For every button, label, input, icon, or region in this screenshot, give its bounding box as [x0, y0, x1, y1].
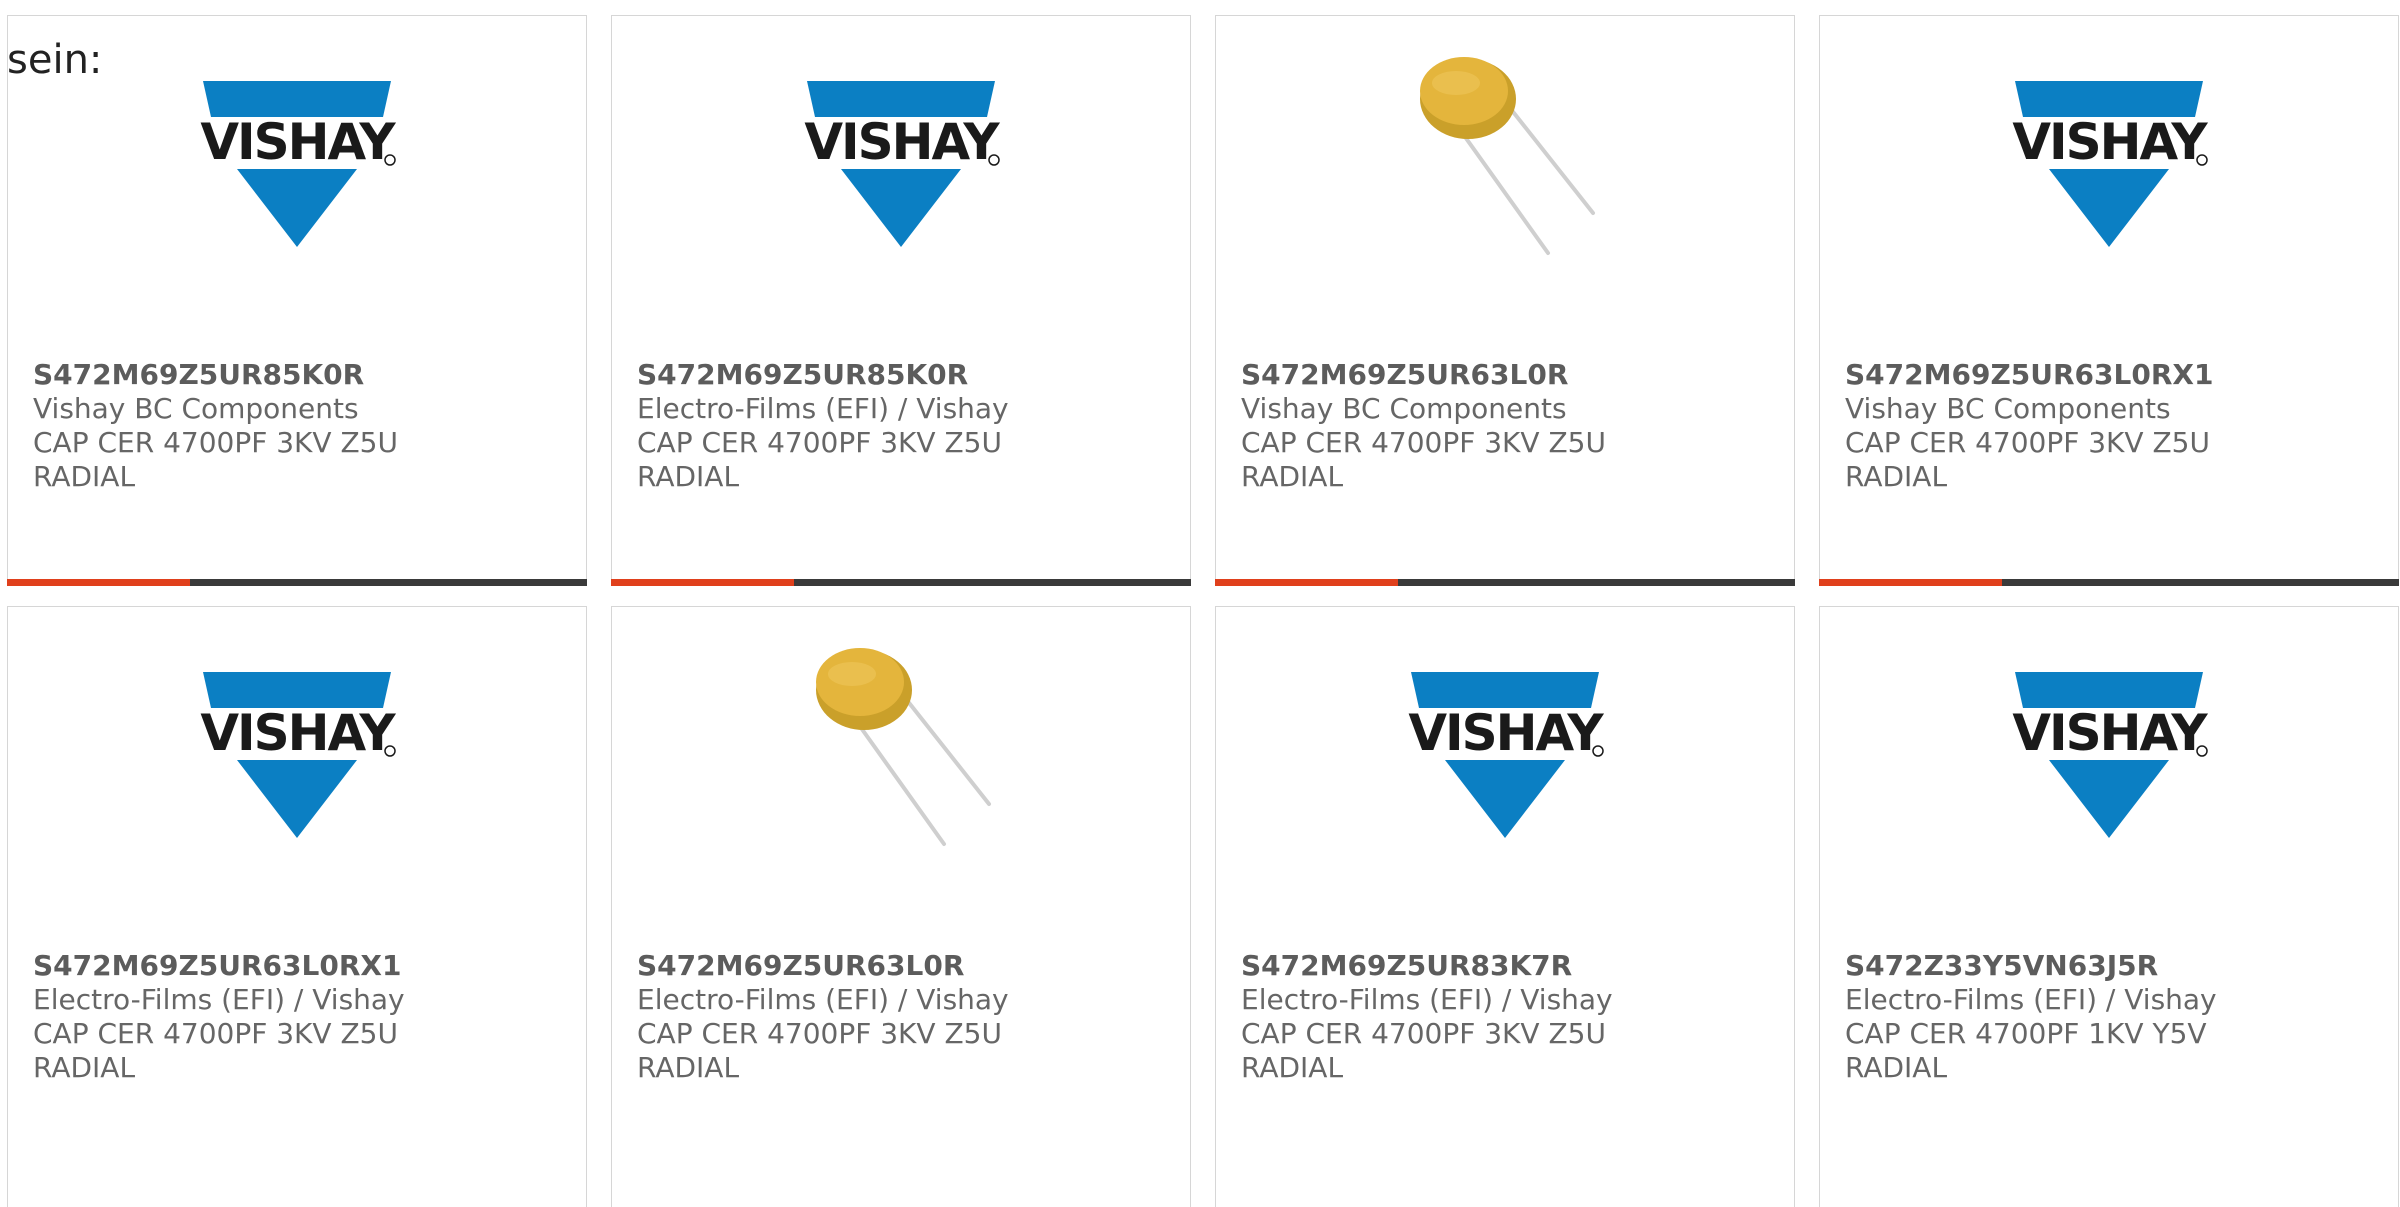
description-line: RADIAL — [637, 1051, 740, 1084]
part-number[interactable]: S472M69Z5UR85K0R — [33, 358, 566, 392]
vishay-logo-icon: VISHAY — [2012, 81, 2209, 247]
manufacturer: Electro-Films (EFI) / Vishay — [1845, 983, 2217, 1016]
card-accent-bar — [1819, 579, 2002, 586]
capacitor-photo-icon — [1420, 57, 1595, 255]
card-accent-bar — [611, 579, 794, 586]
part-number[interactable]: S472M69Z5UR63L0RX1 — [33, 949, 566, 983]
description-line: RADIAL — [637, 460, 740, 493]
svg-text:VISHAY: VISHAY — [804, 113, 1000, 171]
product-image — [1216, 41, 1794, 255]
product-info: S472Z33Y5VN63J5R Electro-Films (EFI) / V… — [1845, 949, 2378, 1085]
product-card[interactable]: VISHAY S472M69Z5UR85K0R Electro-Films (E… — [611, 15, 1191, 586]
card-bottom-bar — [611, 579, 1191, 586]
product-info: S472M69Z5UR85K0R Electro-Films (EFI) / V… — [637, 358, 1170, 494]
vishay-logo-icon: VISHAY — [200, 81, 397, 247]
description-line: RADIAL — [33, 460, 136, 493]
part-number[interactable]: S472Z33Y5VN63J5R — [1845, 949, 2378, 983]
product-info: S472M69Z5UR63L0RX1 Electro-Films (EFI) /… — [33, 949, 566, 1085]
product-info: S472M69Z5UR63L0R Vishay BC Components CA… — [1241, 358, 1774, 494]
vishay-logo-icon: VISHAY — [1408, 672, 1605, 838]
product-info: S472M69Z5UR85K0R Vishay BC Components CA… — [33, 358, 566, 494]
product-image: VISHAY — [1216, 672, 1794, 877]
product-card[interactable]: VISHAY S472Z33Y5VN63J5R Electro-Films (E… — [1819, 606, 2399, 1207]
product-card[interactable]: VISHAY S472M69Z5UR85K0R Vishay BC Compon… — [7, 15, 587, 586]
product-card[interactable]: VISHAY S472M69Z5UR63L0RX1 Electro-Films … — [7, 606, 587, 1207]
manufacturer: Vishay BC Components — [33, 392, 359, 425]
product-image: VISHAY — [1820, 81, 2398, 286]
product-image: VISHAY — [612, 81, 1190, 286]
product-card[interactable]: VISHAY S472M69Z5UR83K7R Electro-Films (E… — [1215, 606, 1795, 1207]
svg-text:VISHAY: VISHAY — [200, 113, 396, 171]
description-line: RADIAL — [33, 1051, 136, 1084]
product-image — [612, 632, 1190, 846]
capacitor-photo-icon — [816, 648, 991, 846]
description-line: RADIAL — [1845, 460, 1948, 493]
svg-text:VISHAY: VISHAY — [1408, 704, 1604, 762]
description-line: RADIAL — [1241, 1051, 1344, 1084]
product-card[interactable]: S472M69Z5UR63L0R Vishay BC Components CA… — [1215, 15, 1795, 586]
part-number[interactable]: S472M69Z5UR63L0RX1 — [1845, 358, 2378, 392]
product-image: VISHAY — [8, 81, 586, 286]
product-image: VISHAY — [8, 672, 586, 877]
manufacturer: Vishay BC Components — [1241, 392, 1567, 425]
product-card[interactable]: VISHAY S472M69Z5UR63L0RX1 Vishay BC Comp… — [1819, 15, 2399, 586]
manufacturer: Vishay BC Components — [1845, 392, 2171, 425]
product-grid: VISHAY S472M69Z5UR85K0R Vishay BC Compon… — [7, 15, 2400, 1207]
description-line: CAP CER 4700PF 1KV Y5V — [1845, 1017, 2207, 1050]
description-line: CAP CER 4700PF 3KV Z5U — [1241, 1017, 1606, 1050]
description-line: CAP CER 4700PF 3KV Z5U — [1845, 426, 2210, 459]
manufacturer: Electro-Films (EFI) / Vishay — [637, 983, 1009, 1016]
description-line: RADIAL — [1241, 460, 1344, 493]
part-number[interactable]: S472M69Z5UR83K7R — [1241, 949, 1774, 983]
product-info: S472M69Z5UR63L0R Electro-Films (EFI) / V… — [637, 949, 1170, 1085]
product-info: S472M69Z5UR63L0RX1 Vishay BC Components … — [1845, 358, 2378, 494]
product-card[interactable]: S472M69Z5UR63L0R Electro-Films (EFI) / V… — [611, 606, 1191, 1207]
part-number[interactable]: S472M69Z5UR85K0R — [637, 358, 1170, 392]
vishay-logo-icon: VISHAY — [2012, 672, 2209, 838]
manufacturer: Electro-Films (EFI) / Vishay — [33, 983, 405, 1016]
svg-text:VISHAY: VISHAY — [2012, 704, 2208, 762]
manufacturer: Electro-Films (EFI) / Vishay — [1241, 983, 1613, 1016]
vishay-logo-icon: VISHAY — [200, 672, 397, 838]
card-bottom-bar — [1819, 579, 2399, 586]
product-image: VISHAY — [1820, 672, 2398, 877]
svg-text:VISHAY: VISHAY — [200, 704, 396, 762]
description-line: CAP CER 4700PF 3KV Z5U — [1241, 426, 1606, 459]
part-number[interactable]: S472M69Z5UR63L0R — [1241, 358, 1774, 392]
description-line: CAP CER 4700PF 3KV Z5U — [637, 1017, 1002, 1050]
description-line: CAP CER 4700PF 3KV Z5U — [33, 1017, 398, 1050]
description-line: RADIAL — [1845, 1051, 1948, 1084]
card-accent-bar — [7, 579, 190, 586]
svg-text:VISHAY: VISHAY — [2012, 113, 2208, 171]
manufacturer: Electro-Films (EFI) / Vishay — [637, 392, 1009, 425]
description-line: CAP CER 4700PF 3KV Z5U — [33, 426, 398, 459]
description-line: CAP CER 4700PF 3KV Z5U — [637, 426, 1002, 459]
intro-text: sein: — [7, 37, 103, 83]
card-accent-bar — [1215, 579, 1398, 586]
card-bottom-bar — [7, 579, 587, 586]
part-number[interactable]: S472M69Z5UR63L0R — [637, 949, 1170, 983]
card-bottom-bar — [1215, 579, 1795, 586]
vishay-logo-icon: VISHAY — [804, 81, 1001, 247]
product-info: S472M69Z5UR83K7R Electro-Films (EFI) / V… — [1241, 949, 1774, 1085]
